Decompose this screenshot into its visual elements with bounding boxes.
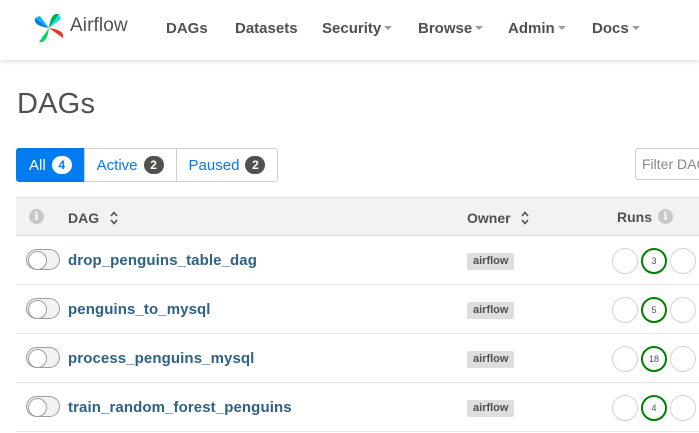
nav-admin-label: Admin	[508, 20, 555, 37]
run-state-running[interactable]	[670, 395, 696, 421]
nav-datasets-label: Datasets	[235, 20, 298, 37]
top-navbar: Airflow DAGs Datasets Security Browse Ad…	[0, 0, 699, 60]
logo-text: Airflow	[70, 15, 128, 36]
run-state-success[interactable]: 3	[641, 248, 667, 274]
sort-icon	[110, 211, 118, 225]
owner-tag[interactable]: airflow	[467, 302, 515, 319]
owner-tag[interactable]: airflow	[467, 400, 515, 417]
caret-down-icon	[557, 26, 566, 30]
nav-dags-label: DAGs	[166, 20, 208, 37]
run-state-queued[interactable]	[612, 248, 638, 274]
run-state-success[interactable]: 5	[641, 297, 667, 323]
nav-browse-label: Browse	[418, 20, 473, 37]
info-icon[interactable]: i	[29, 209, 44, 224]
run-state-running[interactable]	[670, 346, 696, 372]
column-header-dag-label: DAG	[68, 210, 100, 226]
caret-down-icon	[475, 26, 484, 30]
pause-toggle[interactable]	[26, 396, 60, 417]
nav-docs-label: Docs	[592, 20, 629, 37]
run-state-success[interactable]: 4	[641, 395, 667, 421]
caret-down-icon	[631, 26, 640, 30]
dag-id-link[interactable]: train_random_forest_penguins	[68, 399, 292, 416]
pause-toggle[interactable]	[26, 347, 60, 368]
caret-down-icon	[384, 26, 393, 30]
runs-info-icon[interactable]: i	[658, 209, 673, 224]
status-filter-tabs: All 4 Active 2 Paused 2	[16, 148, 279, 182]
run-state-queued[interactable]	[612, 297, 638, 323]
table-header: i DAG Owner Runs i	[16, 197, 699, 236]
nav-security[interactable]: Security	[322, 20, 393, 37]
tab-paused[interactable]: Paused 2	[175, 148, 279, 182]
dag-id-link[interactable]: process_penguins_mysql	[68, 350, 254, 367]
nav-dags[interactable]: DAGs	[166, 20, 208, 37]
tab-all[interactable]: All 4	[16, 148, 85, 182]
column-header-runs: Runs	[617, 209, 652, 225]
nav-admin[interactable]: Admin	[508, 20, 566, 37]
column-header-runs-label: Runs	[617, 209, 652, 225]
column-header-owner[interactable]: Owner	[467, 209, 530, 226]
tab-paused-count: 2	[245, 156, 266, 174]
dag-id-link[interactable]: drop_penguins_table_dag	[68, 252, 257, 269]
tab-active-count: 2	[143, 156, 164, 174]
owner-tag[interactable]: airflow	[467, 351, 515, 368]
pause-toggle[interactable]	[26, 249, 60, 270]
dag-id-link[interactable]: penguins_to_mysql	[68, 301, 211, 318]
column-header-dag[interactable]: DAG	[68, 209, 118, 226]
tab-all-count: 4	[51, 156, 72, 174]
airflow-logo[interactable]: Airflow	[31, 10, 128, 46]
tag-filter-input[interactable]	[635, 148, 699, 180]
table-row: drop_penguins_table_dag airflow 3	[16, 236, 699, 285]
page-title: DAGs	[17, 88, 96, 120]
nav-datasets[interactable]: Datasets	[235, 20, 298, 37]
tab-paused-label: Paused	[188, 156, 240, 174]
nav-browse[interactable]: Browse	[418, 20, 484, 37]
tab-active-label: Active	[96, 156, 138, 174]
dags-table: i DAG Owner Runs i drop_penguins_table_d…	[16, 197, 699, 432]
table-row: process_penguins_mysql airflow 18	[16, 334, 699, 383]
sort-icon	[521, 211, 530, 225]
table-row: train_random_forest_penguins airflow 4	[16, 383, 699, 432]
run-state-running[interactable]	[670, 297, 696, 323]
column-header-owner-label: Owner	[467, 210, 511, 226]
tab-active[interactable]: Active 2	[83, 148, 177, 182]
table-row: penguins_to_mysql airflow 5	[16, 285, 699, 334]
run-state-running[interactable]	[670, 248, 696, 274]
pause-toggle[interactable]	[26, 298, 60, 319]
nav-security-label: Security	[322, 20, 382, 37]
nav-docs[interactable]: Docs	[592, 20, 640, 37]
pinwheel-icon	[34, 13, 64, 43]
tab-all-label: All	[29, 156, 46, 174]
run-state-queued[interactable]	[612, 346, 638, 372]
owner-tag[interactable]: airflow	[467, 253, 515, 270]
run-state-success[interactable]: 18	[641, 346, 667, 372]
run-state-queued[interactable]	[612, 395, 638, 421]
